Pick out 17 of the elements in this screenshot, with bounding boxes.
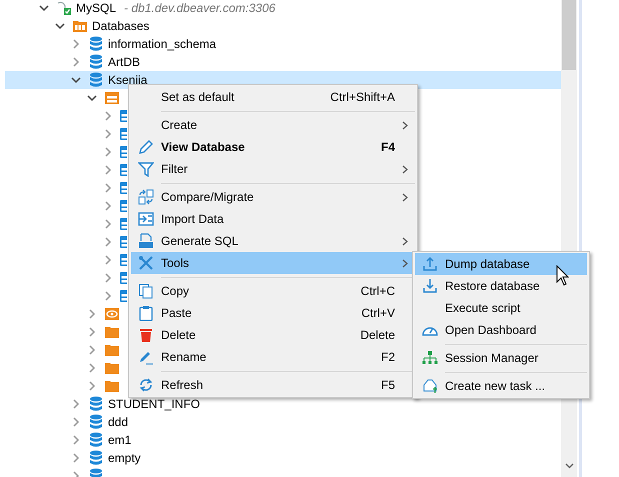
tree-label: information_schema xyxy=(108,37,216,51)
shortcut-text: F5 xyxy=(380,378,395,392)
shortcut-text: Ctrl+C xyxy=(360,284,395,298)
connection-address: - db1.dev.dbeaver.com:3306 xyxy=(124,1,276,15)
shortcut-text: Ctrl+V xyxy=(361,306,395,320)
tree-label: MySQL xyxy=(76,1,116,15)
shortcut-text: Ctrl+Shift+A xyxy=(330,90,395,104)
tree-label: em1 xyxy=(108,433,132,447)
tree-label: ArtDB xyxy=(108,55,140,69)
shortcut-text: Delete xyxy=(360,328,395,342)
tree-label: empty xyxy=(108,451,141,465)
tree-label: Ksenija xyxy=(108,73,148,87)
tree-label: ddd xyxy=(108,415,128,429)
tree-label: STUDENT_INFO xyxy=(108,397,200,411)
tree-label: Databases xyxy=(92,19,150,33)
shortcut-text: F4 xyxy=(380,140,395,154)
shortcut-text: F2 xyxy=(380,350,395,364)
